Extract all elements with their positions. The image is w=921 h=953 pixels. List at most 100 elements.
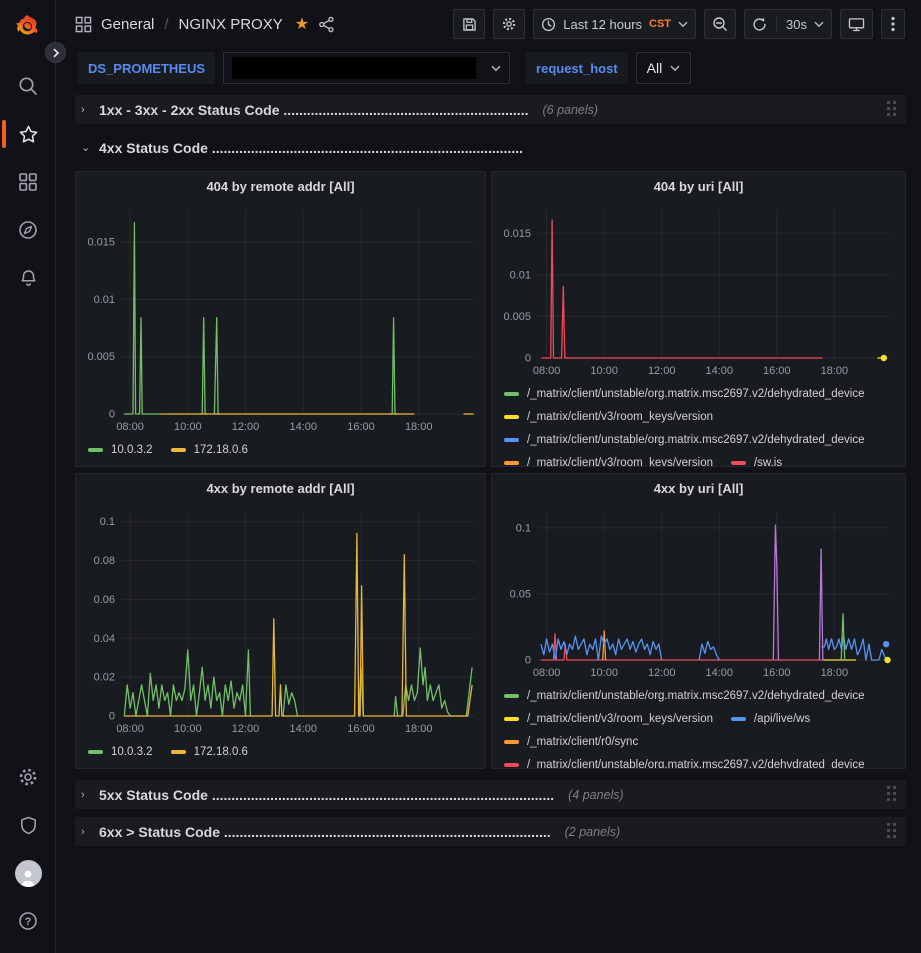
chart-404-by-remote-addr[interactable]: 00.0050.010.01508:0010:0012:0014:0016:00… bbox=[76, 200, 485, 436]
legend-item[interactable]: /_matrix/client/unstable/org.matrix.msc2… bbox=[504, 428, 865, 451]
svg-text:10:00: 10:00 bbox=[174, 421, 202, 433]
legend-item[interactable]: /api/live/ws bbox=[731, 707, 810, 730]
svg-text:18:00: 18:00 bbox=[821, 667, 849, 679]
legend-item[interactable]: 172.18.0.6 bbox=[171, 438, 248, 461]
panel-title[interactable]: 4xx by remote addr [All] bbox=[76, 474, 485, 502]
row-header-1xx-3xx-2xx[interactable]: › 1xx - 3xx - 2xx Status Code ..........… bbox=[75, 95, 906, 124]
sidebar-item-dashboards[interactable] bbox=[0, 158, 56, 206]
panel-legend: /_matrix/client/unstable/org.matrix.msc2… bbox=[492, 380, 905, 467]
row-drag-handle[interactable] bbox=[887, 823, 900, 840]
row-title: 1xx - 3xx - 2xx Status Code bbox=[99, 102, 280, 118]
chart-404-by-uri[interactable]: 00.0050.010.01508:0010:0012:0014:0016:00… bbox=[492, 200, 905, 380]
legend-item[interactable]: 172.18.0.6 bbox=[171, 740, 248, 763]
dashboard-settings-button[interactable] bbox=[493, 9, 525, 39]
legend-item[interactable]: 10.0.3.2 bbox=[88, 438, 153, 461]
svg-text:14:00: 14:00 bbox=[289, 723, 317, 735]
legend-item[interactable]: /_matrix/client/unstable/org.matrix.msc2… bbox=[504, 382, 865, 405]
svg-text:08:00: 08:00 bbox=[533, 365, 561, 377]
svg-text:0.01: 0.01 bbox=[94, 294, 115, 306]
row-header-5xx[interactable]: › 5xx Status Code ......................… bbox=[75, 780, 906, 809]
row-drag-handle[interactable] bbox=[887, 101, 900, 118]
legend-item[interactable]: /_matrix/client/unstable/org.matrix.msc2… bbox=[504, 753, 865, 769]
svg-text:10:00: 10:00 bbox=[590, 667, 618, 679]
chevron-right-icon: › bbox=[81, 826, 91, 838]
legend-series-label: /_matrix/client/r0/sync bbox=[527, 736, 638, 748]
save-dashboard-button[interactable] bbox=[453, 9, 485, 39]
panel-404-by-uri: 404 by uri [All] 00.0050.010.01508:0010:… bbox=[491, 171, 906, 467]
cycle-view-mode-button[interactable] bbox=[840, 9, 873, 39]
legend-series-color bbox=[504, 763, 519, 767]
breadcrumb-section[interactable]: General bbox=[101, 16, 154, 33]
sidebar-item-alerting[interactable] bbox=[0, 254, 56, 302]
top-navbar: General / NGINX PROXY ★ bbox=[57, 0, 921, 48]
svg-text:0.015: 0.015 bbox=[87, 237, 115, 249]
legend-series-color bbox=[171, 750, 186, 754]
time-range-label: Last 12 hours bbox=[563, 17, 642, 32]
legend-series-label: /_matrix/client/v3/room_keys/version bbox=[527, 457, 713, 468]
row-panel-count: (4 panels) bbox=[568, 788, 624, 802]
legend-item[interactable]: /_matrix/client/v3/room_keys/version bbox=[504, 405, 713, 428]
svg-text:12:00: 12:00 bbox=[648, 365, 676, 377]
panel-legend: /_matrix/client/unstable/org.matrix.msc2… bbox=[492, 682, 905, 769]
sidebar-item-profile[interactable] bbox=[0, 849, 56, 897]
chevron-down-icon bbox=[670, 65, 680, 72]
row-header-4xx[interactable]: ⌄ 4xx Status Code ......................… bbox=[75, 133, 906, 162]
panel-title[interactable]: 4xx by uri [All] bbox=[492, 474, 905, 502]
legend-series-color bbox=[504, 694, 519, 698]
favorite-star-icon[interactable]: ★ bbox=[295, 14, 309, 34]
svg-text:0.1: 0.1 bbox=[516, 522, 531, 534]
legend-series-label: /_matrix/client/unstable/org.matrix.msc2… bbox=[527, 759, 865, 770]
zoom-out-button[interactable] bbox=[704, 9, 736, 39]
panel-title[interactable]: 404 by uri [All] bbox=[492, 172, 905, 200]
svg-text:10:00: 10:00 bbox=[590, 365, 618, 377]
sidebar-item-help[interactable]: ? bbox=[0, 897, 56, 945]
sidebar-item-explore[interactable] bbox=[0, 206, 56, 254]
share-icon[interactable] bbox=[318, 16, 335, 33]
legend-item[interactable]: /sw.js bbox=[731, 451, 782, 467]
legend-series-color bbox=[504, 717, 519, 721]
panel-title[interactable]: 404 by remote addr [All] bbox=[76, 172, 485, 200]
row-panel-count: (6 panels) bbox=[542, 103, 598, 117]
chart-4xx-by-remote-addr[interactable]: 00.020.040.060.080.108:0010:0012:0014:00… bbox=[76, 502, 485, 738]
chart-4xx-by-uri[interactable]: 00.050.108:0010:0012:0014:0016:0018:00 bbox=[492, 502, 905, 682]
row-drag-handle[interactable] bbox=[887, 786, 900, 803]
gear-icon bbox=[501, 16, 517, 32]
page-title[interactable]: NGINX PROXY bbox=[179, 16, 283, 33]
time-range-picker[interactable]: Last 12 hours CST bbox=[533, 9, 696, 39]
chevron-right-icon: › bbox=[81, 789, 91, 801]
svg-text:10:00: 10:00 bbox=[174, 723, 202, 735]
legend-series-color bbox=[504, 438, 519, 442]
dashboard-squares-icon bbox=[75, 16, 92, 33]
svg-text:0.005: 0.005 bbox=[503, 311, 531, 323]
chevron-down-icon bbox=[678, 21, 688, 28]
legend-series-label: /sw.js bbox=[754, 457, 782, 468]
variable-select-ds-prometheus[interactable] bbox=[223, 52, 510, 84]
refresh-picker[interactable]: 30s bbox=[744, 9, 832, 39]
refresh-icon bbox=[752, 17, 767, 32]
legend-item[interactable]: /_matrix/client/v3/room_keys/version bbox=[504, 451, 713, 467]
row-title: 6xx > Status Code bbox=[99, 824, 220, 840]
more-options-button[interactable] bbox=[881, 9, 905, 39]
row-header-6xx[interactable]: › 6xx > Status Code ....................… bbox=[75, 817, 906, 846]
sidebar: ? bbox=[0, 0, 56, 953]
svg-text:0: 0 bbox=[109, 409, 115, 421]
row-title-dots: ........................................… bbox=[224, 824, 551, 840]
legend-series-label: 172.18.0.6 bbox=[194, 444, 248, 456]
expand-sidebar-button[interactable] bbox=[45, 42, 66, 63]
panel-4xx-by-remote-addr: 4xx by remote addr [All] 00.020.040.060.… bbox=[75, 473, 486, 769]
variable-select-request-host[interactable]: All bbox=[636, 52, 692, 84]
legend-series-color bbox=[504, 415, 519, 419]
gear-icon bbox=[17, 766, 39, 788]
legend-item[interactable]: 10.0.3.2 bbox=[88, 740, 153, 763]
legend-item[interactable]: /_matrix/client/v3/room_keys/version bbox=[504, 707, 713, 730]
legend-series-label: /_matrix/client/unstable/org.matrix.msc2… bbox=[527, 690, 865, 702]
sidebar-item-configuration[interactable] bbox=[0, 753, 56, 801]
grafana-logo[interactable] bbox=[0, 0, 55, 42]
legend-item[interactable]: /_matrix/client/r0/sync bbox=[504, 730, 638, 753]
legend-item[interactable]: /_matrix/client/unstable/org.matrix.msc2… bbox=[504, 684, 865, 707]
panel-legend: 10.0.3.2 172.18.0.6 bbox=[76, 738, 485, 763]
panel-legend: 10.0.3.2 172.18.0.6 bbox=[76, 436, 485, 461]
sidebar-item-server-admin[interactable] bbox=[0, 801, 56, 849]
sidebar-item-search[interactable] bbox=[0, 62, 56, 110]
sidebar-item-starred[interactable] bbox=[0, 110, 56, 158]
